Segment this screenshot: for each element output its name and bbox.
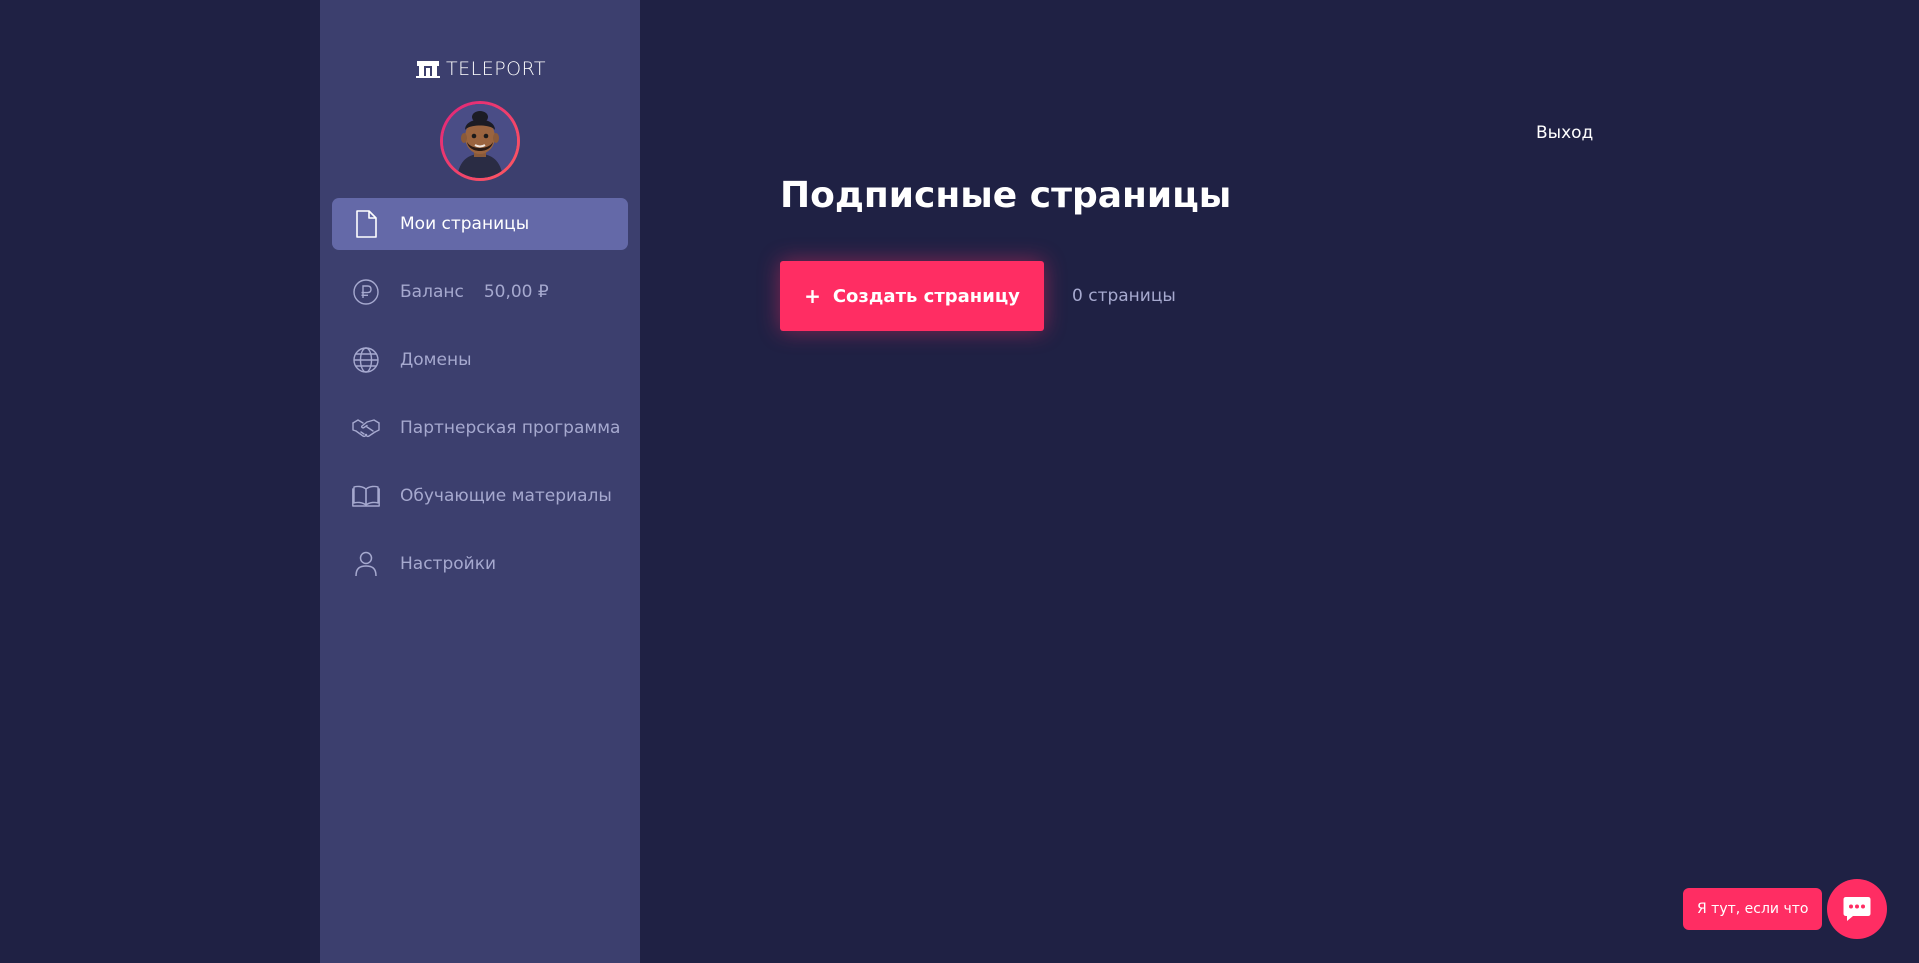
sidebar-item-balance[interactable]: Баланс 50,00 ₽ xyxy=(332,266,628,318)
sidebar-item-label: Партнерская программа xyxy=(400,418,621,438)
sidebar-item-label: Обучающие материалы xyxy=(400,486,612,506)
sidebar-item-label: Мои страницы xyxy=(400,214,530,234)
ruble-icon xyxy=(352,278,380,306)
sidebar: TELEPORT Мои страницы Баланс 50,00 ₽ Дом… xyxy=(320,0,640,963)
chat-greeting-bubble[interactable]: Я тут, если что xyxy=(1683,888,1823,930)
sidebar-item-my-pages[interactable]: Мои страницы xyxy=(332,198,628,250)
avatar[interactable] xyxy=(440,101,520,181)
document-icon xyxy=(352,210,380,238)
create-page-button[interactable]: + Создать страницу xyxy=(780,261,1044,331)
globe-icon xyxy=(352,346,380,374)
create-page-button-label: Создать страницу xyxy=(832,285,1020,307)
sidebar-item-label: Настройки xyxy=(400,554,497,574)
chat-button[interactable] xyxy=(1827,879,1887,939)
sidebar-item-learning-materials[interactable]: Обучающие материалы xyxy=(332,470,628,522)
user-icon xyxy=(352,550,380,578)
book-icon xyxy=(352,482,380,510)
sidebar-item-label: Домены xyxy=(400,350,472,370)
balance-value: 50,00 ₽ xyxy=(483,282,549,302)
logo[interactable]: TELEPORT xyxy=(416,58,546,80)
page: TELEPORT Мои страницы Баланс 50,00 ₽ Дом… xyxy=(0,0,1919,963)
sidebar-item-domains[interactable]: Домены xyxy=(332,334,628,386)
sidebar-item-partner-program[interactable]: Партнерская программа xyxy=(332,402,628,454)
teleport-logo-icon xyxy=(416,61,440,78)
chat-icon xyxy=(1843,897,1871,921)
sidebar-item-settings[interactable]: Настройки xyxy=(332,538,628,590)
sidebar-nav: Мои страницы Баланс 50,00 ₽ Домены Партн… xyxy=(332,198,628,606)
handshake-icon xyxy=(352,414,380,442)
page-title: Подписные страницы xyxy=(780,175,1232,216)
avatar-image xyxy=(443,104,517,178)
sidebar-item-label: Баланс xyxy=(400,282,464,302)
logout-link[interactable]: Выход xyxy=(1536,123,1593,143)
chat-greeting-text: Я тут, если что xyxy=(1697,901,1809,917)
pages-count: 0 страницы xyxy=(1072,286,1176,306)
logo-text: TELEPORT xyxy=(446,58,547,80)
plus-icon: + xyxy=(804,284,821,308)
